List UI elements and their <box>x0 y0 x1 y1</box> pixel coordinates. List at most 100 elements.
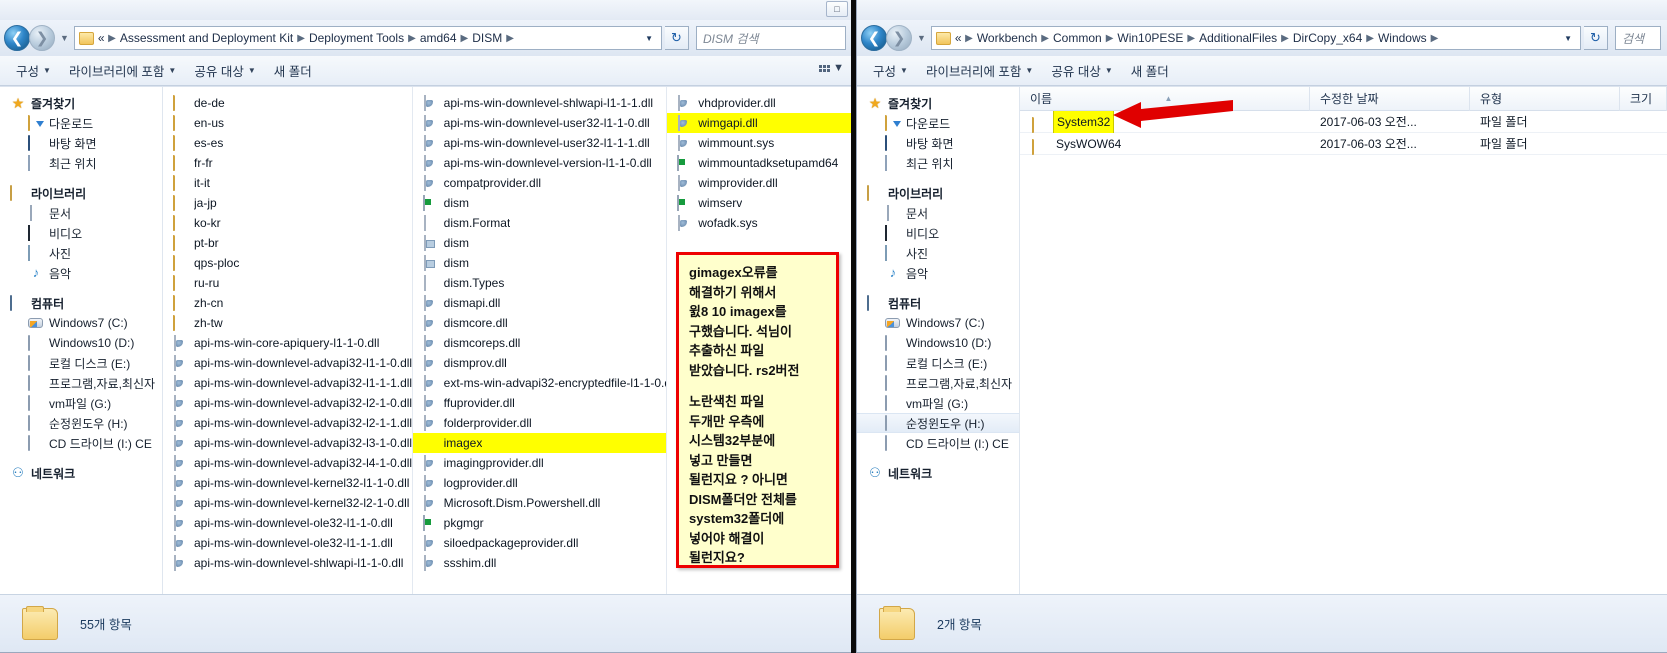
nav-item-16[interactable]: CD 드라이브 (I:) CE <box>0 433 162 453</box>
column-header-name[interactable]: 이름 ▲ <box>1020 87 1310 111</box>
right-search-input[interactable]: 검색 <box>1615 26 1661 50</box>
nav-item-7[interactable]: 사진 <box>0 243 162 263</box>
file-row[interactable]: api-ms-win-downlevel-shlwapi-l1-1-1.dll <box>413 93 667 113</box>
file-row[interactable]: api-ms-win-downlevel-version-l1-1-0.dll <box>413 153 667 173</box>
back-button[interactable]: ❮ <box>861 25 887 51</box>
file-row[interactable]: Microsoft.Dism.Powershell.dll <box>413 493 667 513</box>
nav-item-7[interactable]: 사진 <box>857 243 1019 263</box>
file-row[interactable]: api-ms-win-downlevel-ole32-l1-1-1.dll <box>163 533 412 553</box>
nav-item-4[interactable]: 라이브러리 <box>857 183 1019 203</box>
new-folder-button[interactable]: 새 폴더 <box>1123 58 1177 83</box>
file-row[interactable]: wofadk.sys <box>667 213 851 233</box>
file-row[interactable]: dism.Types <box>413 273 667 293</box>
file-row[interactable]: api-ms-win-downlevel-advapi32-l4-1-0.dll <box>163 453 412 473</box>
breadcrumb-segment-2[interactable]: amd64 <box>420 31 457 45</box>
file-row[interactable]: en-us <box>163 113 412 133</box>
file-row[interactable]: api-ms-win-downlevel-ole32-l1-1-0.dll <box>163 513 412 533</box>
back-button[interactable]: ❮ <box>4 25 30 51</box>
file-row[interactable]: dism <box>413 233 667 253</box>
file-row[interactable]: api-ms-win-downlevel-kernel32-l1-1-0.dll <box>163 473 412 493</box>
nav-item-2[interactable]: 바탕 화면 <box>857 133 1019 153</box>
nav-item-1[interactable]: 다운로드 <box>0 113 162 133</box>
chevron-down-icon[interactable]: ▼ <box>1558 34 1578 43</box>
file-row[interactable]: pkgmgr <box>413 513 667 533</box>
file-row[interactable]: api-ms-win-downlevel-user32-l1-1-1.dll <box>413 133 667 153</box>
recent-pages-dropdown-icon[interactable]: ▼ <box>58 33 71 43</box>
nav-item-8[interactable]: ♪ 음악 <box>857 263 1019 283</box>
file-row[interactable]: dismcoreps.dll <box>413 333 667 353</box>
file-row[interactable]: siloedpackageprovider.dll <box>413 533 667 553</box>
left-breadcrumb-bar[interactable]: « ▶ Assessment and Deployment Kit ▶ Depl… <box>73 26 662 50</box>
file-row[interactable]: wimserv <box>667 193 851 213</box>
chevron-down-icon[interactable]: ▼ <box>639 34 659 43</box>
file-row[interactable]: dismcore.dll <box>413 313 667 333</box>
file-row[interactable]: api-ms-win-core-apiquery-l1-1-0.dll <box>163 333 412 353</box>
file-row[interactable]: zh-tw <box>163 313 412 333</box>
breadcrumb-segment-1[interactable]: Deployment Tools <box>309 31 404 45</box>
nav-item-11[interactable]: Windows10 (D:) <box>0 333 162 353</box>
file-row[interactable]: api-ms-win-downlevel-advapi32-l2-1-1.dll <box>163 413 412 433</box>
file-row[interactable]: dismapi.dll <box>413 293 667 313</box>
nav-item-13[interactable]: 프로그램,자료,최신자 <box>0 373 162 393</box>
nav-item-1[interactable]: 다운로드 <box>857 113 1019 133</box>
nav-item-17[interactable]: ⚇ 네트워크 <box>0 463 162 483</box>
left-navigation-pane[interactable]: ★ 즐겨찾기 다운로드 바탕 화면 최근 위치 라이브러리 문서 비디오 사진 ♪ 음악 컴퓨터 Win… <box>0 87 163 594</box>
nav-item-3[interactable]: 최근 위치 <box>0 153 162 173</box>
file-row-highlighted[interactable]: imagex <box>412 433 667 453</box>
file-row[interactable]: api-ms-win-downlevel-advapi32-l1-1-1.dll <box>163 373 412 393</box>
new-folder-button[interactable]: 새 폴더 <box>266 58 320 83</box>
left-search-input[interactable]: DISM 검색 <box>696 26 846 50</box>
file-row[interactable]: imagingprovider.dll <box>413 453 667 473</box>
nav-item-8[interactable]: ♪ 음악 <box>0 263 162 283</box>
left-window-control-button[interactable]: □ <box>826 1 848 17</box>
breadcrumb-segment-1[interactable]: Common <box>1053 31 1102 45</box>
file-row[interactable]: dism <box>413 193 667 213</box>
nav-item-6[interactable]: 비디오 <box>0 223 162 243</box>
nav-item-5[interactable]: 문서 <box>0 203 162 223</box>
file-row[interactable]: folderprovider.dll <box>413 413 667 433</box>
nav-item-12[interactable]: 로컬 디스크 (E:) <box>0 353 162 373</box>
file-row[interactable]: wimmountadksetupamd64 <box>667 153 851 173</box>
nav-item-0[interactable]: ★ 즐겨찾기 <box>0 93 162 113</box>
file-row[interactable]: logprovider.dll <box>413 473 667 493</box>
file-row[interactable]: api-ms-win-downlevel-user32-l1-1-0.dll <box>413 113 667 133</box>
nav-item-10[interactable]: Windows7 (C:) <box>0 313 162 333</box>
share-with-button[interactable]: 공유 대상 ▼ <box>1043 58 1120 83</box>
nav-item-9[interactable]: 컴퓨터 <box>0 293 162 313</box>
file-row[interactable]: it-it <box>163 173 412 193</box>
refresh-icon[interactable]: ↻ <box>665 26 689 50</box>
file-row[interactable]: pt-br <box>163 233 412 253</box>
nav-item-14[interactable]: vm파일 (G:) <box>0 393 162 413</box>
breadcrumb-segment-0[interactable]: Workbench <box>977 31 1037 45</box>
file-row[interactable]: ext-ms-win-advapi32-encryptedfile-l1-1-0… <box>413 373 666 393</box>
file-row[interactable]: ru-ru <box>163 273 412 293</box>
breadcrumb-segment-4[interactable]: DirCopy_x64 <box>1293 31 1362 45</box>
nav-item-10[interactable]: Windows7 (C:) <box>857 313 1019 333</box>
right-file-list[interactable]: 이름 ▲ 수정한 날짜 유형 크기 System32 2017-06-03 오전... 파일… <box>1020 87 1667 594</box>
change-view-button[interactable]: ▼ <box>819 62 844 74</box>
breadcrumb-segment-3[interactable]: DISM <box>472 31 502 45</box>
breadcrumb-segment-5[interactable]: Windows <box>1378 31 1427 45</box>
nav-item-16[interactable]: CD 드라이브 (I:) CE <box>857 433 1019 453</box>
include-in-library-button[interactable]: 라이브러리에 포함 ▼ <box>918 58 1041 83</box>
file-row[interactable]: zh-cn <box>163 293 412 313</box>
forward-button[interactable]: ❯ <box>29 25 55 51</box>
nav-item-5[interactable]: 문서 <box>857 203 1019 223</box>
table-row[interactable]: System32 2017-06-03 오전... 파일 폴더 <box>1020 110 1667 133</box>
file-row[interactable]: dism.Format <box>413 213 667 233</box>
right-navigation-pane[interactable]: ★ 즐겨찾기 다운로드 바탕 화면 최근 위치 라이브러리 문서 비디오 사진 ♪ 음악 컴퓨터 Win… <box>857 87 1020 594</box>
file-row[interactable]: vhdprovider.dll <box>667 93 851 113</box>
nav-item-4[interactable]: 라이브러리 <box>0 183 162 203</box>
right-breadcrumb-bar[interactable]: « ▶ Workbench ▶ Common ▶ Win10PESE ▶ Add… <box>930 26 1581 50</box>
file-row[interactable]: fr-fr <box>163 153 412 173</box>
file-row-highlighted[interactable]: wimgapi.dll <box>667 113 851 133</box>
organize-button[interactable]: 구성 ▼ <box>8 58 59 83</box>
file-row[interactable]: api-ms-win-downlevel-advapi32-l2-1-0.dll <box>163 393 412 413</box>
file-row[interactable]: api-ms-win-downlevel-advapi32-l3-1-0.dll <box>163 433 412 453</box>
share-with-button[interactable]: 공유 대상 ▼ <box>186 58 263 83</box>
nav-item-15[interactable]: 순정윈도우 (H:) <box>0 413 162 433</box>
file-row[interactable]: ko-kr <box>163 213 412 233</box>
file-row[interactable]: api-ms-win-downlevel-kernel32-l2-1-0.dll <box>163 493 412 513</box>
nav-item-11[interactable]: Windows10 (D:) <box>857 333 1019 353</box>
nav-item-2[interactable]: 바탕 화면 <box>0 133 162 153</box>
